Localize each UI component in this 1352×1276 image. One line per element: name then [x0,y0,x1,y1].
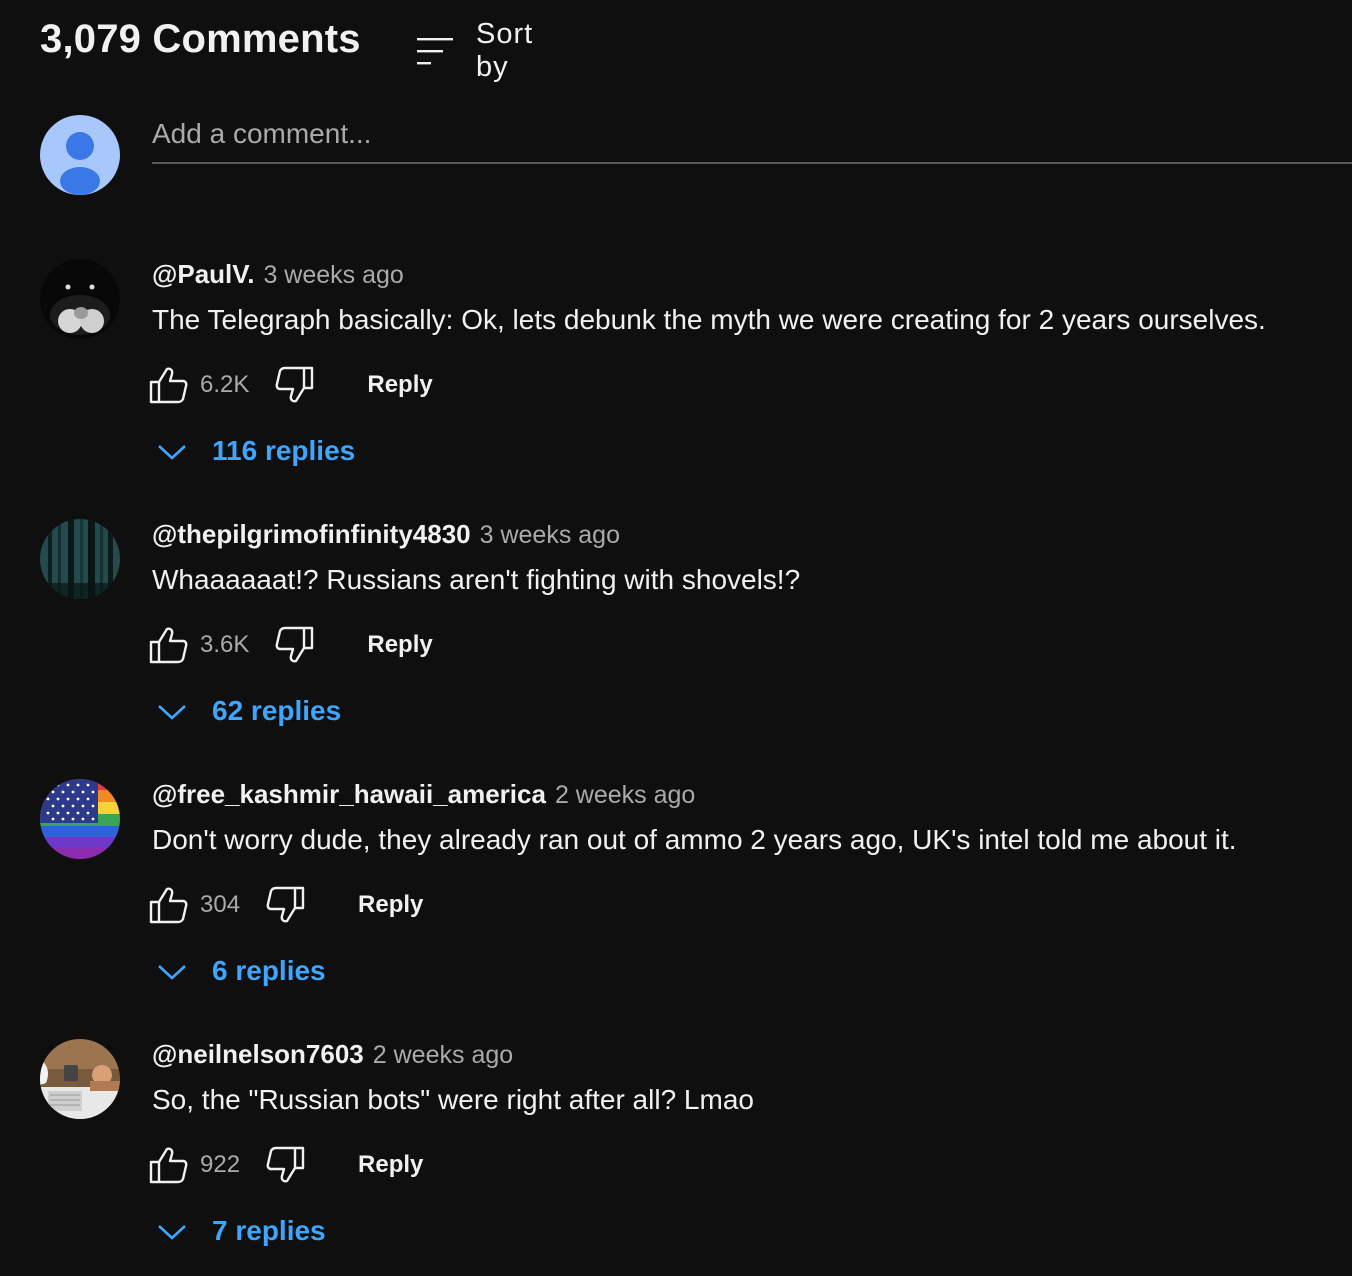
thumbs-down-icon [275,366,314,403]
reply-button[interactable]: Reply [367,371,432,399]
chevron-down-icon [158,445,186,460]
add-comment-row: Add a comment... [40,114,1352,196]
comment-text: The Telegraph basically: Ok, lets debunk… [152,304,1266,335]
sort-button[interactable]: Sort by [416,18,533,84]
like-button[interactable] [148,1145,188,1185]
view-replies-button[interactable]: 7 replies [156,1211,326,1251]
comment-item: @neilnelson7603 2 weeks ago So, the "Rus… [40,1039,1340,1269]
comment-actions: 922 Reply [148,1143,423,1187]
like-button[interactable] [148,885,188,925]
comment-author[interactable]: @thepilgrimofinfinity4830 [152,519,471,550]
view-replies-button[interactable]: 6 replies [156,951,326,991]
comment-author[interactable]: @neilnelson7603 [152,1039,364,1070]
reply-button[interactable]: Reply [358,1151,423,1179]
comment-actions: 304 Reply [148,883,423,927]
add-comment-placeholder: Add a comment... [152,118,372,149]
comment-item: @thepilgrimofinfinity4830 3 weeks ago Wh… [40,519,1340,749]
sort-label: Sort by [476,18,534,83]
comment-timestamp[interactable]: 2 weeks ago [555,781,695,810]
thumbs-up-icon [149,887,188,924]
chevron-down-icon [158,1225,186,1240]
dislike-button[interactable] [266,885,306,925]
reply-button[interactable]: Reply [367,631,432,659]
like-button[interactable] [148,365,188,405]
comment-author[interactable]: @PaulV. [152,259,254,290]
replies-count-label: 7 replies [212,1215,326,1246]
dislike-button[interactable] [266,1145,306,1185]
thumbs-up-icon [149,627,188,664]
like-count: 3.6K [200,631,250,658]
replies-count-label: 116 replies [212,435,356,466]
comment-timestamp[interactable]: 2 weeks ago [373,1041,513,1070]
thumbs-up-icon [149,367,188,404]
comment-timestamp[interactable]: 3 weeks ago [263,261,403,290]
chevron-down-icon [158,965,186,980]
commenter-avatar[interactable] [40,779,120,859]
comment-count: 3,079 Comments [40,16,361,61]
like-count: 6.2K [200,371,250,398]
comment-timestamp[interactable]: 3 weeks ago [480,521,620,550]
thumbs-down-icon [266,886,305,923]
commenter-avatar[interactable] [40,259,120,339]
comment-actions: 3.6K Reply [148,623,433,667]
view-replies-button[interactable]: 62 replies [156,691,341,731]
comment-item: @PaulV. 3 weeks ago The Telegraph basica… [40,259,1340,489]
like-button[interactable] [148,625,188,665]
comments-header: 3,079 Comments Sort by [40,14,532,84]
add-comment-input[interactable]: Add a comment... [152,114,1352,164]
comment-text: Whaaaaaat!? Russians aren't fighting wit… [152,564,801,595]
commenter-avatar[interactable] [40,519,120,599]
dislike-button[interactable] [275,365,315,405]
dislike-button[interactable] [275,625,315,665]
sort-icon [416,36,454,66]
view-replies-button[interactable]: 116 replies [156,431,355,471]
thumbs-down-icon [275,626,314,663]
comment-actions: 6.2K Reply [148,363,433,407]
person-icon [60,132,100,195]
comment-text: Don't worry dude, they already ran out o… [152,824,1237,855]
comment-item: @free_kashmir_hawaii_america 2 weeks ago… [40,779,1340,1009]
like-count: 304 [200,891,241,918]
like-count: 922 [200,1151,241,1178]
chevron-down-icon [158,705,186,720]
reply-button[interactable]: Reply [358,891,423,919]
commenter-avatar[interactable] [40,1039,120,1119]
current-user-avatar [40,115,120,195]
replies-count-label: 6 replies [212,955,326,986]
comment-text: So, the "Russian bots" were right after … [152,1084,754,1115]
thumbs-up-icon [149,1147,188,1184]
comment-author[interactable]: @free_kashmir_hawaii_america [152,779,546,810]
replies-count-label: 62 replies [212,695,342,726]
thumbs-down-icon [266,1146,305,1183]
